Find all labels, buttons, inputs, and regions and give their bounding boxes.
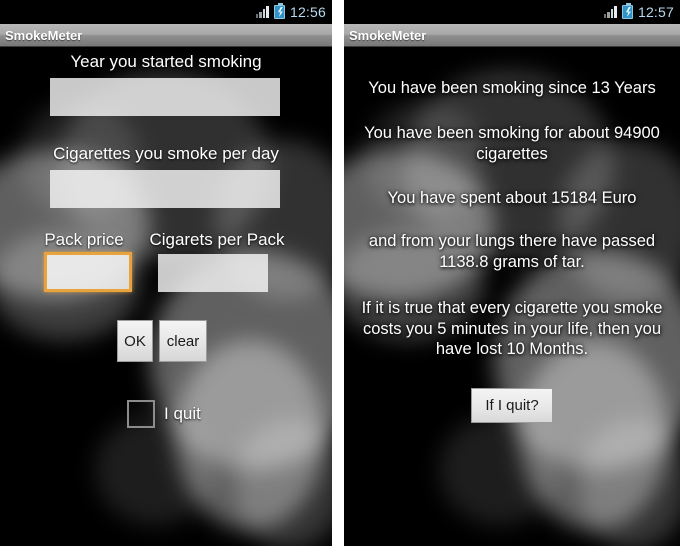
right-phone-screen: 12:57 SmokeMeter You have been smoking s…: [344, 0, 680, 553]
signal-bars-icon: [603, 6, 617, 18]
year-started-label: Year you started smoking: [70, 52, 262, 71]
result-line-years: You have been smoking since 13 Years: [368, 79, 656, 97]
pack-price-label: Pack price: [44, 230, 124, 249]
signal-bars-icon: [255, 6, 269, 18]
title-bar-right: SmokeMeter: [344, 24, 680, 47]
i-quit-row: I quit: [127, 400, 201, 428]
if-i-quit-button[interactable]: If I quit?: [471, 388, 553, 423]
left-form-content: Year you started smoking Cigarettes you …: [0, 48, 332, 553]
year-started-input[interactable]: [50, 78, 280, 116]
battery-charging-icon: [621, 3, 633, 19]
result-line-cigarettes: You have been smoking for about 94900 ci…: [364, 124, 660, 163]
cigarettes-per-day-label: Cigarettes you smoke per day: [53, 144, 279, 163]
bottom-strip-right: [344, 546, 680, 553]
right-results-content: You have been smoking since 13 Years You…: [344, 48, 680, 553]
dual-screenshot-container: 12:56 SmokeMeter Year you started smokin…: [0, 0, 680, 560]
app-title-right: SmokeMeter: [349, 27, 427, 43]
app-title-left: SmokeMeter: [5, 27, 83, 43]
status-icons-left: 12:56: [255, 3, 326, 20]
status-clock-left: 12:56: [289, 3, 326, 20]
status-bar-left: 12:56: [0, 0, 332, 24]
bottom-strip-left: [0, 546, 332, 553]
status-bar-right: 12:57: [344, 0, 680, 24]
result-line-tar: and from your lungs there have passed 11…: [368, 232, 656, 271]
i-quit-label: I quit: [164, 404, 201, 423]
cigarettes-per-day-input[interactable]: [50, 170, 280, 208]
result-line-lifetime: If it is true that every cigarette you s…: [361, 299, 663, 359]
cigarettes-per-pack-label: Cigarets per Pack: [149, 230, 285, 249]
status-icons-right: 12:57: [603, 3, 674, 20]
battery-charging-icon: [273, 3, 285, 19]
pack-price-input[interactable]: [44, 252, 132, 292]
cigarettes-per-pack-input[interactable]: [158, 254, 268, 292]
status-clock-right: 12:57: [637, 3, 674, 20]
clear-button[interactable]: clear: [159, 320, 207, 362]
quit-button-row: If I quit?: [344, 388, 680, 423]
i-quit-checkbox[interactable]: [127, 400, 155, 428]
left-phone-screen: 12:56 SmokeMeter Year you started smokin…: [0, 0, 332, 553]
title-bar-left: SmokeMeter: [0, 24, 332, 47]
result-line-money: You have spent about 15184 Euro: [387, 189, 637, 207]
ok-button[interactable]: OK: [117, 320, 153, 362]
